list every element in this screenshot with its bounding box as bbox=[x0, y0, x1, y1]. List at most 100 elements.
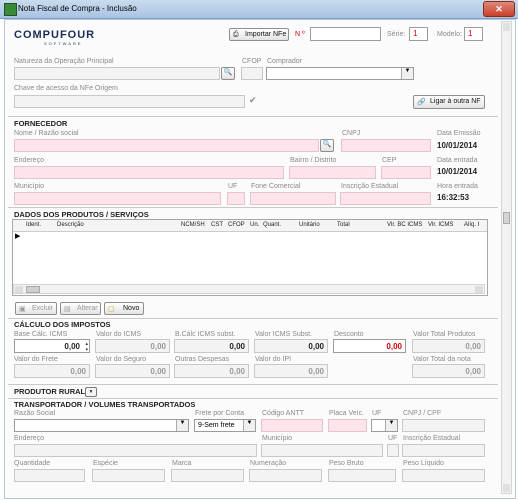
chevron-down-icon[interactable]: ▼ bbox=[243, 420, 255, 431]
col-ncm[interactable]: NCM/SH bbox=[181, 222, 205, 228]
alterar-button[interactable]: ▤ Alterar bbox=[60, 302, 101, 315]
horizontal-scrollbar[interactable] bbox=[13, 284, 485, 294]
ipi-input[interactable]: 0,00 bbox=[254, 364, 328, 378]
numeracao-label: Numeração bbox=[250, 460, 287, 467]
data-emissao-label: Data Emissão bbox=[437, 130, 481, 137]
endereco-input[interactable] bbox=[14, 166, 284, 179]
seguro-value: 0,00 bbox=[150, 367, 166, 376]
divider bbox=[8, 398, 498, 399]
data-entrada-value[interactable]: 10/01/2014 bbox=[437, 167, 477, 176]
operacao-input[interactable] bbox=[14, 67, 220, 80]
produtos-section-title: DADOS DOS PRODUTOS / SERVIÇOS bbox=[14, 210, 149, 219]
scroll-left-icon[interactable] bbox=[15, 286, 23, 293]
transp-ie-input[interactable] bbox=[402, 444, 485, 457]
scroll-down-icon[interactable] bbox=[503, 484, 510, 492]
import-nfe-button[interactable]: ⎙ Importar NFe bbox=[229, 28, 289, 41]
chave-label: Chave de acesso da NFe Origem bbox=[14, 85, 118, 92]
seguro-input[interactable]: 0,00 bbox=[95, 364, 170, 378]
hora-entrada-value[interactable]: 16:32:53 bbox=[437, 193, 469, 202]
chevron-down-icon[interactable]: ▼ bbox=[385, 420, 397, 431]
produtos-grid[interactable]: Ident. Descrição NCM/SH CST CFOP Un. Qua… bbox=[12, 219, 488, 296]
peso-liquido-input[interactable] bbox=[402, 469, 485, 482]
placa-input[interactable] bbox=[328, 419, 367, 432]
quantidade-label: Quantidade bbox=[14, 460, 51, 467]
outras-input[interactable]: 0,00 bbox=[174, 364, 249, 378]
scroll-thumb[interactable] bbox=[503, 212, 510, 224]
col-un[interactable]: Un. bbox=[250, 222, 259, 228]
marca-input[interactable] bbox=[171, 469, 244, 482]
desconto-label: Desconto bbox=[334, 331, 364, 338]
uf-input[interactable] bbox=[227, 192, 245, 205]
chevron-down-icon[interactable]: ▼ bbox=[401, 68, 413, 79]
impostos-section-title: CÁLCULO DOS IMPOSTOS bbox=[14, 320, 111, 329]
col-cfop[interactable]: CFOP bbox=[228, 222, 245, 228]
nro-input[interactable] bbox=[310, 27, 381, 41]
cep-input[interactable] bbox=[381, 166, 431, 179]
base-icms-value: 0,00 bbox=[64, 342, 80, 351]
col-quant[interactable]: Quant. bbox=[263, 222, 281, 228]
nome-input[interactable] bbox=[14, 139, 319, 152]
fornecedor-search-button[interactable]: 🔍 bbox=[320, 139, 334, 152]
data-emissao-value[interactable]: 10/01/2014 bbox=[437, 141, 477, 150]
comprador-select[interactable]: ▼ bbox=[266, 67, 414, 80]
transp-uf-select[interactable]: ▼ bbox=[371, 419, 398, 432]
transp-municipio-input[interactable] bbox=[261, 444, 383, 457]
desconto-value: 0,00 bbox=[386, 342, 402, 351]
ligar-nf-label: Ligar à outra NF bbox=[430, 98, 481, 105]
scroll-up-icon[interactable] bbox=[503, 23, 510, 31]
col-bc-icms[interactable]: Vlr. BC ICMS bbox=[387, 222, 422, 228]
fone-input[interactable] bbox=[250, 192, 336, 205]
col-unitario[interactable]: Unitário bbox=[299, 222, 320, 228]
ie-input[interactable] bbox=[340, 192, 431, 205]
transp-razao-select[interactable]: ▼ bbox=[14, 419, 189, 432]
especie-input[interactable] bbox=[92, 469, 165, 482]
cfop-input[interactable] bbox=[241, 67, 263, 80]
cnpj-input[interactable] bbox=[341, 139, 431, 152]
chevron-down-icon[interactable]: ▼ bbox=[176, 420, 188, 431]
icms-subst-input[interactable]: 0,00 bbox=[254, 339, 328, 353]
col-aliq[interactable]: Alíq. I bbox=[464, 222, 479, 228]
frete-conta-select[interactable]: 9-Sem frete ▼ bbox=[194, 419, 256, 432]
logo-text: COMPUFOUR bbox=[14, 29, 96, 41]
transp-cnpj-input[interactable] bbox=[402, 419, 485, 432]
expand-chevron-icon[interactable]: ▼ bbox=[85, 387, 97, 397]
peso-bruto-input[interactable] bbox=[328, 469, 396, 482]
excluir-button[interactable]: ▣ Excluir bbox=[15, 302, 57, 315]
total-produtos-input[interactable]: 0,00 bbox=[412, 339, 485, 353]
spinner-icon[interactable]: ▴ ▾ bbox=[85, 341, 88, 353]
col-total[interactable]: Total bbox=[337, 222, 350, 228]
col-ident[interactable]: Ident. bbox=[26, 222, 41, 228]
transp-endereco-input[interactable] bbox=[14, 444, 257, 457]
bairro-input[interactable] bbox=[289, 166, 376, 179]
checkmark-icon[interactable]: ✔ bbox=[249, 95, 257, 106]
col-cst[interactable]: CST bbox=[211, 222, 223, 228]
numeracao-input[interactable] bbox=[249, 469, 322, 482]
scroll-thumb[interactable] bbox=[26, 286, 40, 293]
modelo-input[interactable]: 1 bbox=[464, 27, 483, 41]
import-nfe-label: Importar NFe bbox=[245, 31, 287, 38]
desconto-input[interactable]: 0,00 bbox=[333, 339, 406, 353]
endereco-label: Endereço bbox=[14, 157, 44, 164]
serie-input[interactable]: 1 bbox=[409, 27, 428, 41]
frete-input[interactable]: 0,00 bbox=[14, 364, 90, 378]
novo-button[interactable]: ▢ Novo bbox=[104, 302, 144, 315]
ligar-nf-button[interactable]: 🔗 Ligar à outra NF bbox=[413, 95, 485, 109]
title-bar: Nota Fiscal de Compra - Inclusão ✕ bbox=[0, 0, 518, 19]
chave-input[interactable] bbox=[14, 95, 245, 108]
quantidade-input[interactable] bbox=[14, 469, 85, 482]
scroll-right-icon[interactable] bbox=[475, 286, 483, 293]
bc-subst-input[interactable]: 0,00 bbox=[174, 339, 249, 353]
transp-uf2-input[interactable] bbox=[387, 444, 399, 457]
vertical-scrollbar[interactable] bbox=[501, 21, 512, 494]
col-descricao[interactable]: Descrição bbox=[57, 222, 84, 228]
municipio-input[interactable] bbox=[14, 192, 221, 205]
operacao-search-button[interactable]: 🔍 bbox=[221, 67, 235, 80]
total-nota-input[interactable]: 0,00 bbox=[412, 364, 485, 378]
valor-icms-input[interactable]: 0,00 bbox=[95, 339, 170, 353]
comprador-label: Comprador bbox=[267, 58, 303, 65]
col-icms[interactable]: Vlr. ICMS bbox=[428, 222, 453, 228]
produtor-section-title: PRODUTOR RURAL bbox=[14, 387, 86, 396]
base-icms-input[interactable]: 0,00 ▴ ▾ bbox=[14, 339, 90, 353]
close-button[interactable]: ✕ bbox=[483, 1, 515, 17]
antt-input[interactable] bbox=[261, 419, 323, 432]
